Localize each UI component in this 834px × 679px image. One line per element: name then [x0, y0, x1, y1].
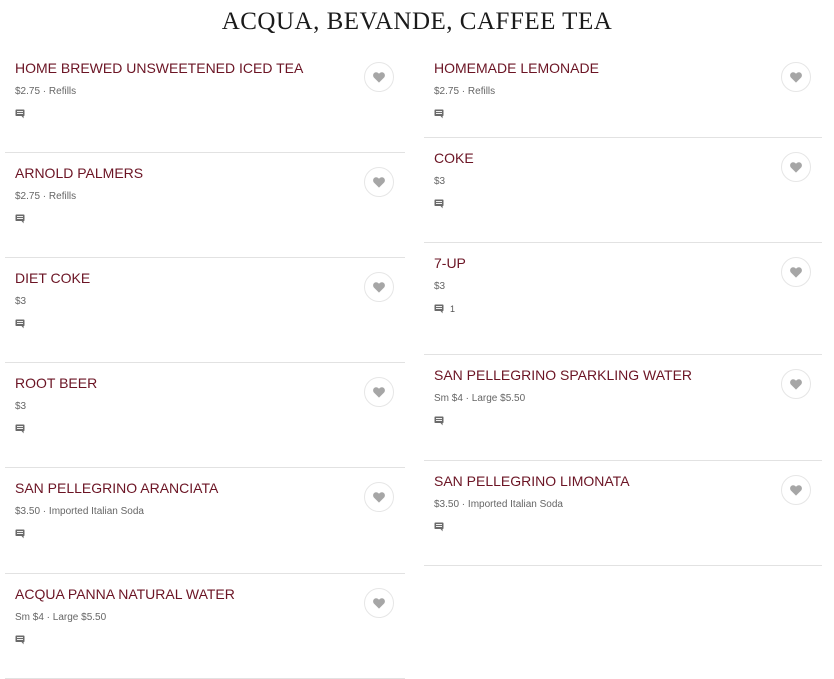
heart-icon	[790, 266, 802, 278]
menu-item-comments[interactable]	[434, 197, 762, 211]
menu-item-price: $2.75 · Refills	[15, 86, 77, 97]
favorite-button[interactable]	[364, 272, 394, 302]
menu-item[interactable]: SAN PELLEGRINO LIMONATA $3.50 · Imported…	[424, 461, 822, 566]
menu-item-comments[interactable]	[434, 520, 762, 534]
menu-item-price: $3.50 · Imported Italian Soda	[15, 506, 144, 517]
menu-item-comments[interactable]	[15, 633, 345, 647]
favorite-button[interactable]	[364, 167, 394, 197]
heart-icon	[790, 484, 802, 496]
comment-icon	[434, 304, 444, 314]
comment-icon	[15, 529, 25, 539]
menu-item-price: Sm $4 · Large $5.50	[434, 393, 526, 404]
comment-icon	[434, 199, 444, 209]
menu-item-comments[interactable]: 1	[434, 302, 762, 316]
menu-item-price: $3	[434, 281, 446, 292]
menu-item-name[interactable]: SAN PELLEGRINO LIMONATA	[434, 473, 762, 490]
comment-icon	[15, 635, 25, 645]
section-title: ACQUA, BEVANDE, CAFFEE TEA	[221, 8, 613, 35]
favorite-button[interactable]	[781, 152, 811, 182]
menu-item-price: $2.75 · Refills	[434, 86, 496, 97]
menu-item-price: $3	[15, 296, 27, 307]
menu-item[interactable]: ROOT BEER $3	[5, 363, 405, 468]
menu-item-name[interactable]: SAN PELLEGRINO ARANCIATA	[15, 480, 345, 497]
menu-item-comments[interactable]	[15, 212, 345, 226]
favorite-button[interactable]	[364, 588, 394, 618]
favorite-button[interactable]	[781, 369, 811, 399]
menu-item-comments[interactable]	[434, 107, 762, 121]
comment-icon	[15, 109, 25, 119]
menu-item[interactable]: ARNOLD PALMERS $2.75 · Refills	[5, 153, 405, 258]
menu-item[interactable]: HOME BREWED UNSWEETENED ICED TEA $2.75 ·…	[5, 48, 405, 153]
menu-item-name[interactable]: ARNOLD PALMERS	[15, 165, 345, 182]
menu-item-comments[interactable]	[15, 107, 345, 121]
favorite-button[interactable]	[781, 257, 811, 287]
menu-item-name[interactable]: HOME BREWED UNSWEETENED ICED TEA	[15, 60, 345, 77]
menu-item-price: $3	[15, 401, 27, 412]
heart-icon	[373, 71, 385, 83]
favorite-button[interactable]	[364, 482, 394, 512]
menu-item-price: $2.75 · Refills	[15, 191, 77, 202]
heart-icon	[373, 491, 385, 503]
menu-item-comments[interactable]	[15, 527, 345, 541]
menu-item[interactable]: SAN PELLEGRINO ARANCIATA $3.50 · Importe…	[5, 468, 405, 574]
menu-item-name[interactable]: SAN PELLEGRINO SPARKLING WATER	[434, 367, 762, 384]
menu-item-name[interactable]: ROOT BEER	[15, 375, 345, 392]
menu-item-name[interactable]: ACQUA PANNA NATURAL WATER	[15, 586, 345, 603]
comment-icon	[15, 424, 25, 434]
comment-count: 1	[450, 304, 456, 314]
menu-item-price: Sm $4 · Large $5.50	[15, 612, 107, 623]
menu-column-left: HOME BREWED UNSWEETENED ICED TEA $2.75 ·…	[5, 48, 405, 679]
menu-item[interactable]: COKE $3	[424, 138, 822, 243]
comment-icon	[434, 109, 444, 119]
menu-item-price: $3	[434, 176, 446, 187]
heart-icon	[790, 378, 802, 390]
menu-item-name[interactable]: 7-UP	[434, 255, 762, 272]
comment-icon	[15, 319, 25, 329]
favorite-button[interactable]	[364, 62, 394, 92]
menu-item-price: $3.50 · Imported Italian Soda	[434, 499, 563, 510]
heart-icon	[790, 71, 802, 83]
comment-icon	[434, 522, 444, 532]
heart-icon	[790, 161, 802, 173]
menu-item-name[interactable]: HOMEMADE LEMONADE	[434, 60, 762, 77]
menu-item[interactable]: ACQUA PANNA NATURAL WATER Sm $4 · Large …	[5, 574, 405, 679]
menu-item-name[interactable]: COKE	[434, 150, 762, 167]
heart-icon	[373, 597, 385, 609]
comment-icon	[15, 214, 25, 224]
menu-item[interactable]: 7-UP $3 1	[424, 243, 822, 355]
menu-item-comments[interactable]	[15, 317, 345, 331]
heart-icon	[373, 386, 385, 398]
favorite-button[interactable]	[781, 475, 811, 505]
heart-icon	[373, 281, 385, 293]
menu-item[interactable]: HOMEMADE LEMONADE $2.75 · Refills	[424, 48, 822, 138]
menu-item-comments[interactable]	[15, 422, 345, 436]
favorite-button[interactable]	[781, 62, 811, 92]
comment-icon	[434, 416, 444, 426]
favorite-button[interactable]	[364, 377, 394, 407]
menu-item-name[interactable]: DIET COKE	[15, 270, 345, 287]
menu-item[interactable]: DIET COKE $3	[5, 258, 405, 363]
heart-icon	[373, 176, 385, 188]
menu-item-comments[interactable]	[434, 414, 762, 428]
menu-item[interactable]: SAN PELLEGRINO SPARKLING WATER Sm $4 · L…	[424, 355, 822, 461]
menu-column-right: HOMEMADE LEMONADE $2.75 · Refills COKE $…	[424, 48, 822, 566]
